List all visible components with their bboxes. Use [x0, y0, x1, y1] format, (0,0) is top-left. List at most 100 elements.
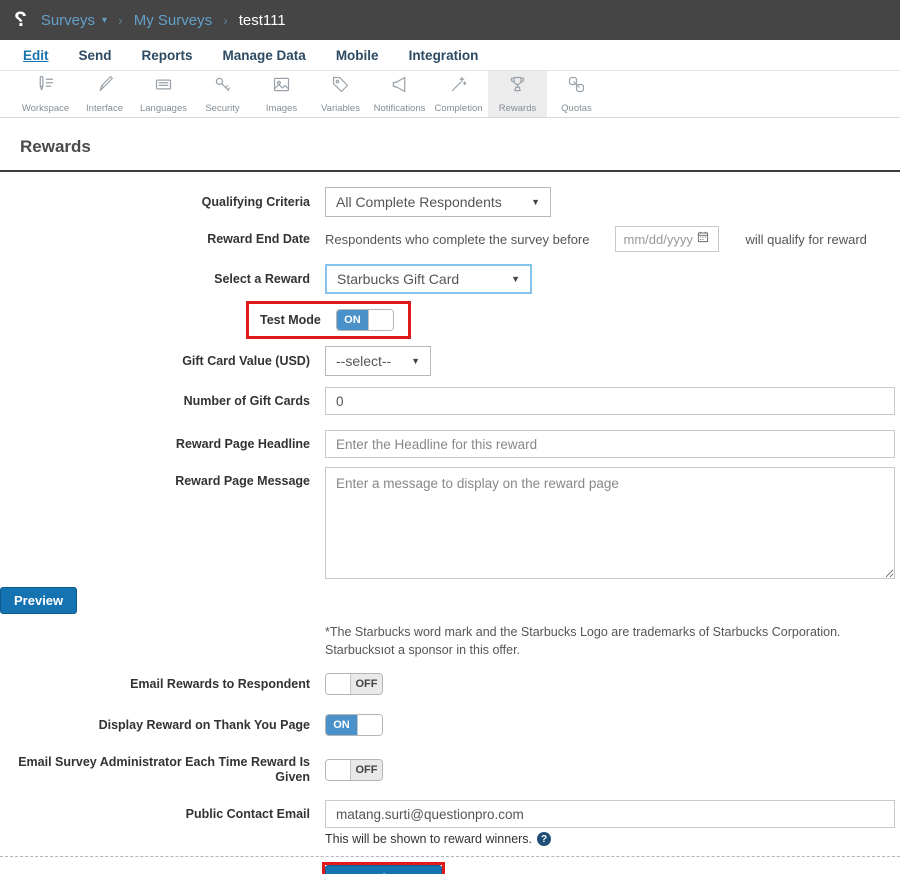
breadcrumb-separator: › [223, 12, 228, 28]
preview-row: Preview [0, 587, 900, 614]
toggle-knob [367, 310, 393, 330]
qualifying-criteria-value: All Complete Respondents [336, 194, 502, 210]
toolbar-item-interface[interactable]: Interface [75, 71, 134, 117]
breadcrumb-surveys[interactable]: Surveys [41, 12, 95, 29]
annotation-highlight-test-mode: Test Mode ON [246, 301, 411, 339]
display-reward-label: Display Reward on Thank You Page [98, 717, 310, 732]
test-mode-toggle[interactable]: ON [335, 309, 394, 331]
breadcrumb-survey-name: test111 [238, 11, 286, 29]
help-question-icon[interactable]: ? [537, 832, 552, 846]
toolbar-item-variables[interactable]: Variables [311, 71, 370, 117]
help-text: This will be shown to reward winners. [325, 832, 533, 846]
end-date-input[interactable]: mm/dd/yyyy [614, 226, 719, 252]
public-email-label: Public Contact Email [185, 806, 310, 821]
gift-card-value-row: Gift Card Value (USD) --select-- ▼ [0, 346, 900, 376]
tab-integration[interactable]: Integration [394, 48, 494, 63]
languages-icon [153, 74, 174, 100]
email-admin-label: Email Survey Administrator Each Time Rew… [18, 755, 310, 784]
page-title: Rewards [20, 137, 91, 156]
toolbar-item-quotas[interactable]: Quotas [547, 71, 606, 117]
toolbar-item-label: Quotas [561, 103, 592, 114]
toolbar-item-label: Workspace [21, 103, 70, 114]
toggle-knob [326, 674, 351, 694]
headline-label: Reward Page Headline [175, 436, 310, 451]
preview-button[interactable]: Preview [0, 587, 78, 614]
tab-mobile[interactable]: Mobile [321, 48, 394, 63]
display-reward-row: Display Reward on Thank You Page ON [0, 714, 900, 736]
toolbar-item-rewards[interactable]: Rewards [488, 71, 547, 117]
notifications-icon [389, 74, 410, 100]
rewards-form: Qualifying Criteria All Complete Respond… [0, 172, 900, 874]
save-changes-button[interactable]: Save Changes [325, 865, 442, 874]
save-row: Save Changes [322, 862, 900, 874]
select-caret-icon: ▼ [411, 356, 420, 366]
toolbar-item-label: Security [205, 103, 240, 114]
date-placeholder: mm/dd/yyyy [623, 231, 693, 247]
toggle-off-state: OFF [351, 760, 382, 780]
gift-card-value-select[interactable]: --select-- ▼ [325, 346, 431, 376]
breadcrumb-my-surveys[interactable]: My Surveys [134, 12, 212, 29]
page-header: Rewards [0, 118, 900, 172]
toolbar-item-label: Interface [86, 103, 123, 114]
toolbar-item-completion[interactable]: Completion [429, 71, 488, 117]
reward-end-date-label: Reward End Date [207, 231, 310, 246]
security-icon [212, 74, 233, 100]
toolbar-item-workspace[interactable]: Workspace [16, 71, 75, 117]
toolbar-item-security[interactable]: Security [193, 71, 252, 117]
calendar-icon[interactable] [696, 230, 710, 249]
gift-card-value-value: --select-- [336, 353, 392, 369]
message-row: Reward Page Message [0, 467, 900, 579]
tab-send[interactable]: Send [64, 48, 127, 63]
end-date-suffix-text: will qualify for reward [745, 231, 867, 247]
public-email-row: Public Contact Email [0, 800, 900, 828]
toggle-on-state: ON [336, 310, 368, 330]
toolbar-item-languages[interactable]: Languages [134, 71, 193, 117]
top-bar: ? Surveys ▾ › My Surveys › test111 [0, 0, 900, 40]
tab-reports[interactable]: Reports [127, 48, 208, 63]
display-reward-toggle[interactable]: ON [325, 714, 383, 736]
main-nav: Edit Send Reports Manage Data Mobile Int… [0, 40, 900, 71]
completion-icon [448, 74, 469, 100]
toggle-knob [357, 715, 382, 735]
email-rewards-row: Email Rewards to Respondent OFF [0, 673, 900, 695]
tab-edit[interactable]: Edit [8, 48, 64, 63]
select-reward-row: Select a Reward Starbucks Gift Card ▼ [0, 264, 900, 294]
select-caret-icon: ▼ [511, 274, 520, 284]
interface-icon [94, 74, 115, 100]
toolbar-item-label: Completion [434, 103, 483, 114]
public-email-help: This will be shown to reward winners. ? [325, 832, 900, 846]
toolbar-item-label: Images [265, 103, 298, 114]
toolbar-item-label: Languages [139, 103, 188, 114]
images-icon [271, 74, 292, 100]
select-caret-icon: ▼ [531, 197, 540, 207]
message-label: Reward Page Message [175, 474, 310, 488]
questionpro-logo-icon[interactable]: ? [14, 8, 27, 32]
qualifying-criteria-label: Qualifying Criteria [201, 194, 310, 209]
toolbar-item-images[interactable]: Images [252, 71, 311, 117]
toolbar-item-notifications[interactable]: Notifications [370, 71, 429, 117]
select-reward-value: Starbucks Gift Card [337, 271, 460, 287]
variables-icon [330, 74, 351, 100]
public-email-input[interactable] [325, 800, 895, 828]
gift-card-value-label: Gift Card Value (USD) [182, 353, 310, 368]
select-reward-select[interactable]: Starbucks Gift Card ▼ [325, 264, 532, 294]
breadcrumb-separator: › [118, 12, 123, 28]
tab-manage-data[interactable]: Manage Data [208, 48, 321, 63]
email-rewards-toggle[interactable]: OFF [325, 673, 383, 695]
headline-input[interactable] [325, 430, 895, 458]
chevron-down-icon[interactable]: ▾ [102, 15, 107, 26]
toolbar-item-label: Variables [321, 103, 360, 114]
qualifying-criteria-select[interactable]: All Complete Respondents ▼ [325, 187, 551, 217]
email-admin-toggle[interactable]: OFF [325, 759, 383, 781]
test-mode-label: Test Mode [260, 312, 321, 327]
select-reward-label: Select a Reward [214, 271, 310, 286]
qualifying-criteria-row: Qualifying Criteria All Complete Respond… [0, 187, 900, 217]
headline-row: Reward Page Headline [0, 430, 900, 458]
toolbar-item-label: Rewards [498, 103, 537, 114]
message-textarea[interactable] [325, 467, 895, 579]
section-divider [0, 856, 900, 857]
toolbar-item-label: Notifications [373, 103, 426, 114]
reward-end-date-row: Reward End Date Respondents who complete… [0, 226, 900, 252]
annotation-highlight-save: Save Changes [322, 862, 445, 874]
num-gift-cards-input[interactable] [325, 387, 895, 415]
